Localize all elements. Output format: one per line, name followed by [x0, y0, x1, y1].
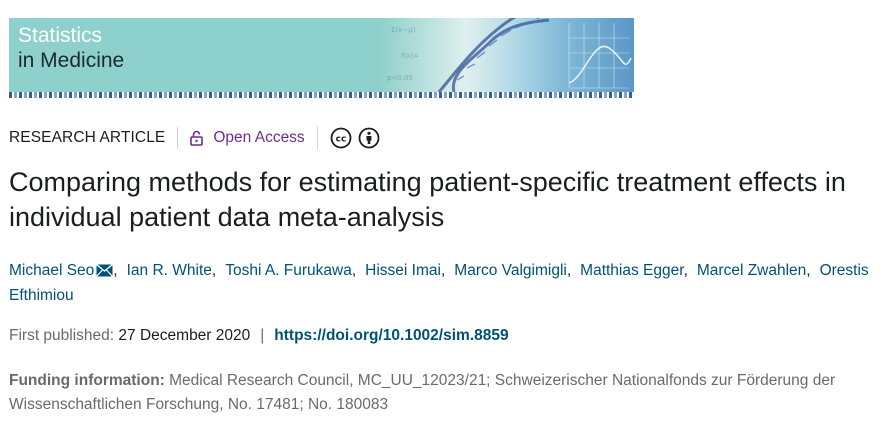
- author-link[interactable]: Ian R. White: [127, 262, 212, 279]
- author-link[interactable]: Marco Valgimigli: [454, 262, 567, 279]
- open-access-label: Open Access: [213, 129, 305, 146]
- svg-text:cc: cc: [335, 135, 346, 145]
- doi-link[interactable]: https://doi.org/10.1002/sim.8859: [274, 327, 508, 344]
- license-icons[interactable]: cc: [330, 127, 380, 149]
- divider: [316, 127, 318, 149]
- dna-chart-artwork: Σ(x−μ) f(x)= p<0.05: [387, 18, 632, 92]
- envelope-icon[interactable]: [96, 264, 114, 277]
- author-link[interactable]: Michael Seo: [9, 262, 94, 279]
- article-meta-row: RESEARCH ARTICLE Open Access cc: [9, 127, 380, 149]
- separator: ,: [351, 262, 357, 279]
- author-link[interactable]: Marcel Zwahlen: [697, 262, 806, 279]
- author-link[interactable]: Toshi A. Furukawa: [225, 262, 352, 279]
- svg-text:Σ(x−μ): Σ(x−μ): [391, 26, 416, 34]
- separator: ,: [806, 262, 811, 279]
- separator: ,: [440, 262, 446, 279]
- open-lock-icon: [190, 130, 204, 146]
- publication-info: First published: 27 December 2020 | https:…: [9, 324, 509, 348]
- divider: [177, 127, 179, 149]
- author-link[interactable]: Matthias Egger: [580, 262, 683, 279]
- attribution-icon[interactable]: [358, 127, 380, 149]
- banner-strip: [9, 92, 634, 98]
- article-title: Comparing methods for estimating patient…: [9, 167, 846, 232]
- author-list: Michael Seo, Ian R. White, Toshi A. Furuka…: [9, 258, 869, 308]
- open-access-badge[interactable]: Open Access: [190, 129, 305, 147]
- separator: ,: [113, 262, 118, 279]
- article-type: RESEARCH ARTICLE: [9, 129, 166, 146]
- journal-name-line2: in Medicine: [18, 49, 125, 72]
- svg-text:p<0.05: p<0.05: [387, 74, 413, 82]
- author-link[interactable]: Hissei Imai: [365, 262, 441, 279]
- separator: |: [260, 327, 265, 344]
- separator: ,: [566, 262, 572, 279]
- cc-icon[interactable]: cc: [330, 127, 352, 149]
- separator: ,: [683, 262, 688, 279]
- publication-date: 27 December 2020: [118, 327, 251, 344]
- funding-information: Funding information: Medical Research Co…: [9, 369, 869, 417]
- first-published-label: First published:: [9, 327, 115, 344]
- separator: ,: [211, 262, 217, 279]
- journal-name-line1: Statistics: [18, 24, 103, 47]
- journal-banner[interactable]: Σ(x−μ) f(x)= p<0.05 Statistics in Medici…: [9, 18, 634, 98]
- funding-label: Funding information:: [9, 372, 165, 389]
- svg-text:f(x)=: f(x)=: [401, 52, 419, 60]
